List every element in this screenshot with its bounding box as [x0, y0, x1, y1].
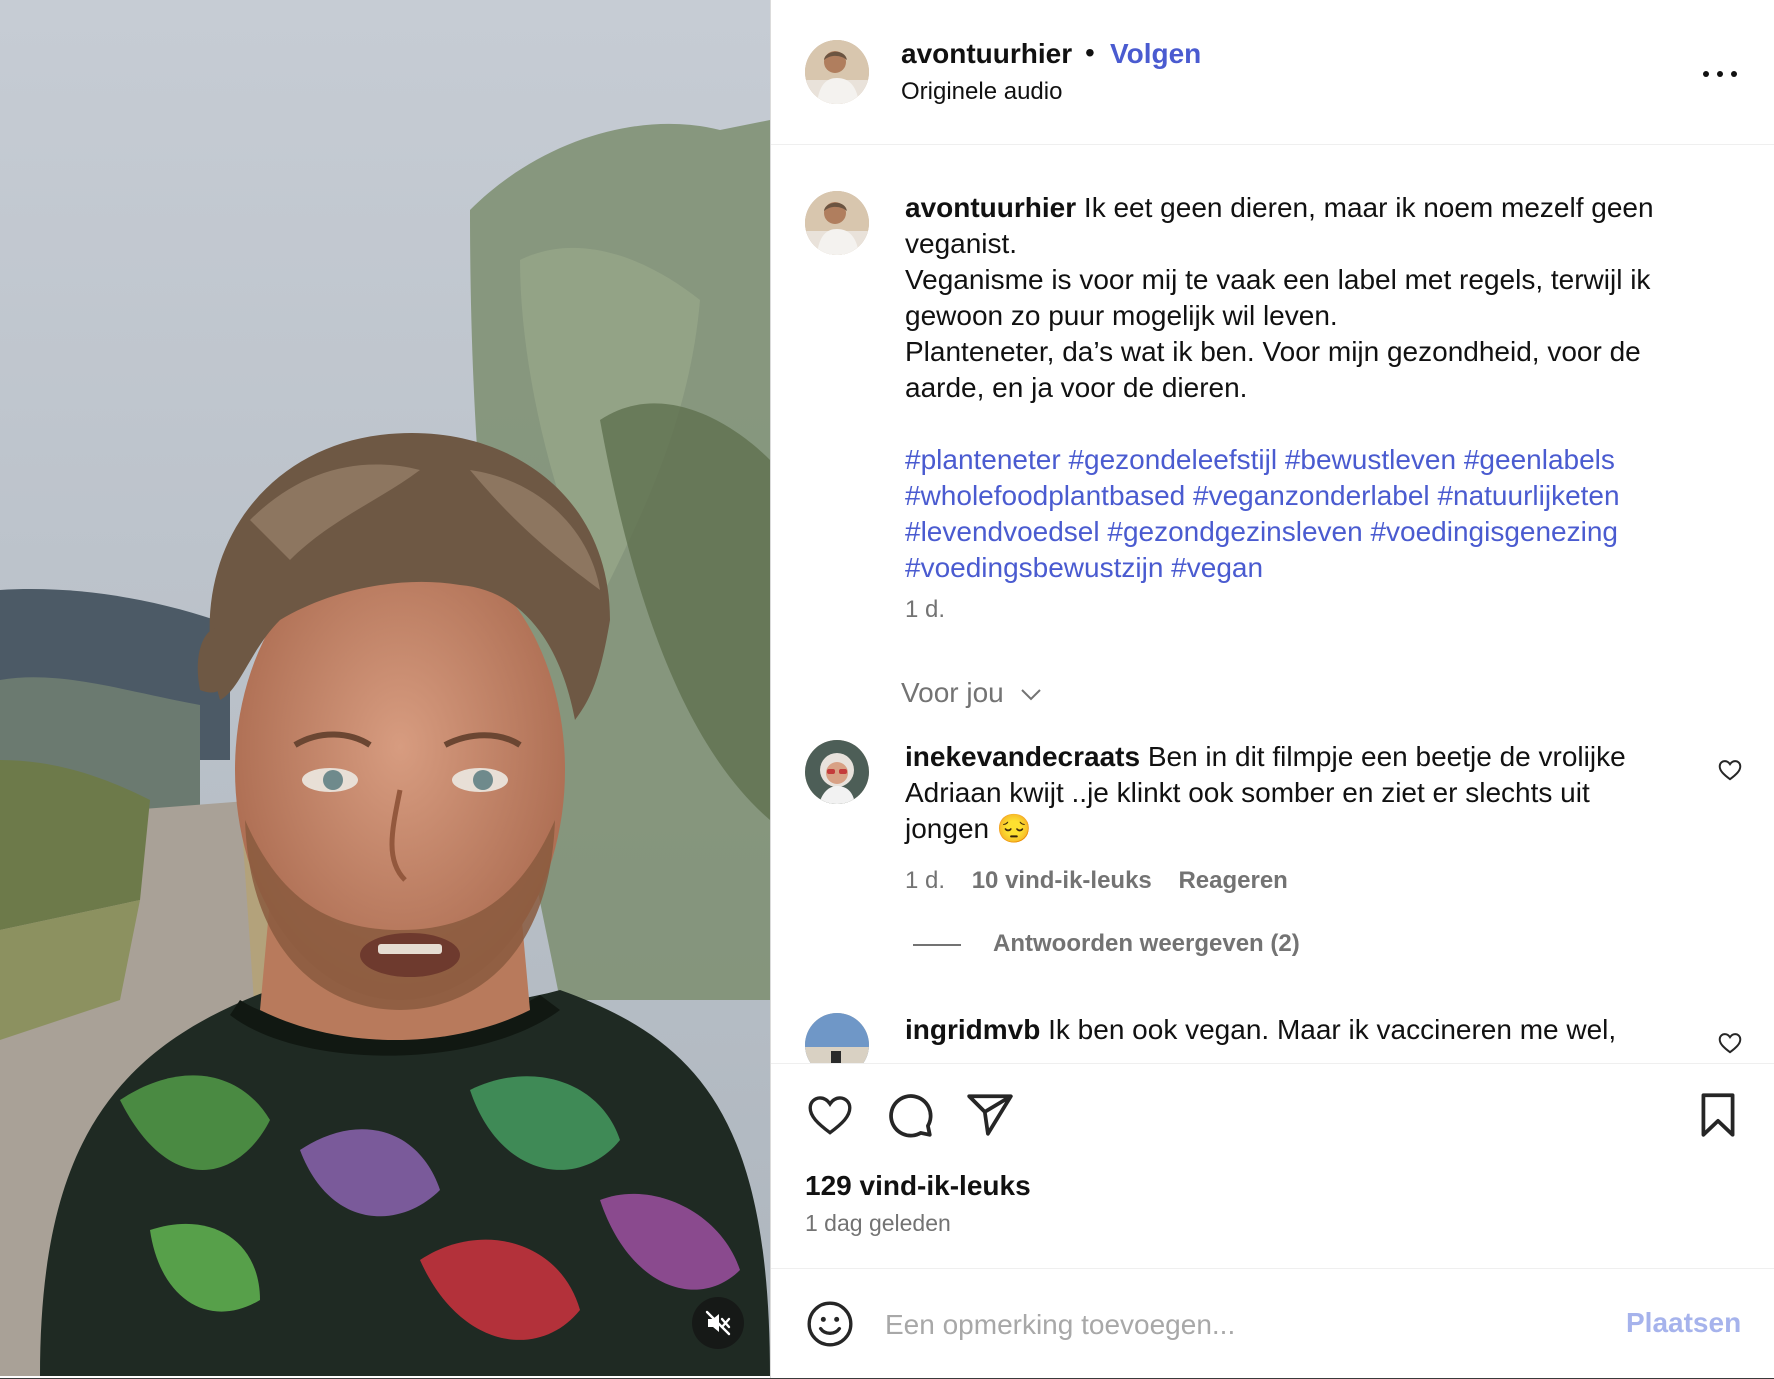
comment-body: inekevandecraats Ben in dit filmpje een …	[905, 739, 1655, 847]
comment-text: Ik ben ook vegan. Maar ik vaccineren me …	[1048, 1014, 1617, 1045]
comment-username[interactable]: inekevandecraats	[905, 741, 1140, 772]
post-timestamp: 1 dag geleden	[805, 1210, 951, 1236]
audio-link[interactable]: Originele audio	[901, 78, 1062, 106]
caption-time: 1 d.	[905, 596, 946, 623]
caption-hashtags: #planteneter #gezondeleefstijl #bewustle…	[905, 442, 1705, 586]
comment-composer: Plaatsen	[771, 1268, 1774, 1379]
emoji-icon	[807, 1301, 853, 1347]
heart-icon	[1718, 1033, 1742, 1054]
mute-toggle-button[interactable]	[692, 1297, 744, 1349]
comment-filter-label: Voor jou	[901, 677, 1004, 708]
heart-icon	[1718, 760, 1742, 781]
header-separator: •	[1085, 37, 1095, 68]
post-comment-button[interactable]: Plaatsen	[1626, 1307, 1741, 1339]
comment-meta: 1 d. 10 vind-ik-leuks Reageren	[905, 867, 1288, 895]
emoji-button[interactable]	[805, 1299, 855, 1349]
hashtag-link[interactable]: #voedingsbewustzijn	[905, 552, 1163, 583]
hashtag-link[interactable]: #gezondgezinsleven	[1107, 516, 1362, 547]
view-replies-button[interactable]: Antwoorden weergeven (2)	[913, 930, 1300, 958]
more-icon	[1703, 71, 1709, 77]
share-icon	[967, 1094, 1013, 1136]
hashtag-link[interactable]: #veganzonderlabel	[1193, 480, 1430, 511]
post-side-panel: avontuurhier • Volgen Originele audio av…	[770, 0, 1774, 1378]
comment-filter-dropdown[interactable]: Voor jou	[901, 677, 1042, 709]
hashtag-link[interactable]: #vegan	[1171, 552, 1263, 583]
comments-scroll-area[interactable]: avontuurhier Ik eet geen dieren, maar ik…	[771, 145, 1774, 1063]
hashtag-link[interactable]: #geenlabels	[1464, 444, 1615, 475]
mute-icon	[705, 1310, 731, 1336]
post-likes-count[interactable]: 129 vind-ik-leuks	[805, 1170, 1031, 1202]
bookmark-icon	[1701, 1093, 1735, 1137]
replies-line	[913, 943, 961, 946]
hashtag-link[interactable]: #planteneter	[905, 444, 1061, 475]
caption-username[interactable]: avontuurhier	[905, 192, 1076, 223]
view-replies-label: Antwoorden weergeven (2)	[993, 930, 1300, 957]
hashtag-link[interactable]: #wholefoodplantbased	[905, 480, 1185, 511]
comment-likes-count[interactable]: 10 vind-ik-leuks	[972, 867, 1152, 894]
caption-avatar[interactable]	[805, 191, 869, 255]
heart-icon	[808, 1096, 852, 1135]
chevron-down-icon	[1020, 689, 1041, 701]
post-caption: avontuurhier Ik eet geen dieren, maar ik…	[905, 190, 1705, 628]
comment-like-button[interactable]	[1717, 1030, 1743, 1056]
hashtag-link[interactable]: #voedingisgenezing	[1370, 516, 1618, 547]
comment-input[interactable]	[883, 1297, 1587, 1353]
post-header: avontuurhier • Volgen Originele audio	[771, 0, 1774, 145]
comment-like-button[interactable]	[1717, 757, 1743, 783]
more-icon-dot	[1731, 71, 1737, 77]
follow-button[interactable]: Volgen	[1110, 38, 1201, 70]
video-frame-image	[0, 0, 770, 1376]
post-dialog: avontuurhier • Volgen Originele audio av…	[0, 0, 1774, 1378]
hashtag-link[interactable]: #natuurlijketen	[1437, 480, 1619, 511]
comment-username[interactable]: ingridmvb	[905, 1014, 1040, 1045]
more-icon-dot	[1717, 71, 1723, 77]
comment-body: ingridmvb Ik ben ook vegan. Maar ik vacc…	[905, 1012, 1655, 1048]
reel-video[interactable]	[0, 0, 770, 1376]
hashtag-link[interactable]: #bewustleven	[1285, 444, 1456, 475]
save-button[interactable]	[1693, 1090, 1743, 1140]
comment-icon	[889, 1094, 933, 1138]
like-button[interactable]	[805, 1090, 855, 1140]
caption-line-3: Planteneter, da’s wat ik ben. Voor mijn …	[905, 336, 1641, 403]
commenter-avatar[interactable]	[805, 1013, 869, 1063]
comment-time: 1 d.	[905, 867, 946, 894]
post-actions: 129 vind-ik-leuks 1 dag geleden	[771, 1063, 1774, 1269]
commenter-avatar[interactable]	[805, 740, 869, 804]
hashtag-link[interactable]: #gezondeleefstijl	[1068, 444, 1277, 475]
author-avatar[interactable]	[805, 40, 869, 104]
comment-button[interactable]	[885, 1090, 935, 1140]
reply-button[interactable]: Reageren	[1178, 867, 1287, 894]
more-options-button[interactable]	[1699, 54, 1749, 94]
hashtag-link[interactable]: #levendvoedsel	[905, 516, 1100, 547]
author-username[interactable]: avontuurhier	[901, 38, 1072, 70]
share-button[interactable]	[965, 1090, 1015, 1140]
caption-line-2: Veganisme is voor mij te vaak een label …	[905, 264, 1651, 331]
